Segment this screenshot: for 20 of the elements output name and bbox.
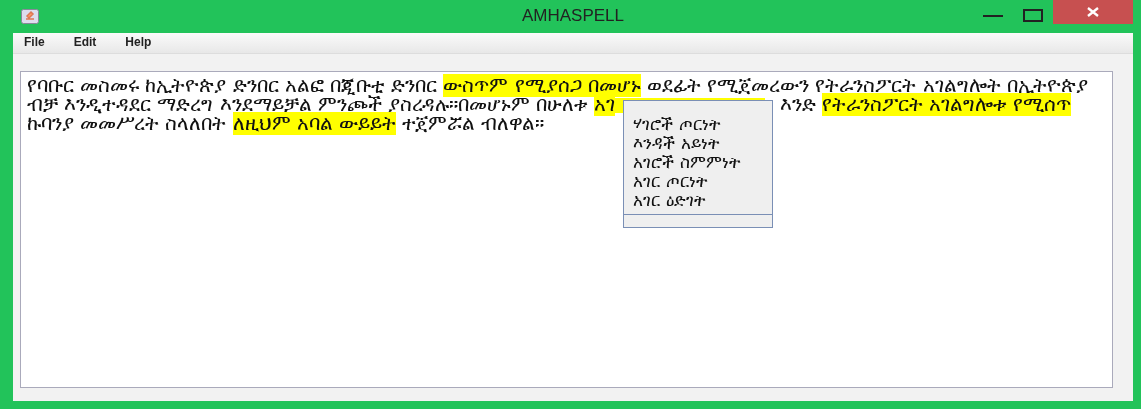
menu-item[interactable]: File — [13, 33, 57, 53]
suggestion-item[interactable]: አገር ጦርነት — [633, 172, 773, 191]
misspelled-word: ውስጥም የሚያሰጋ በመሆኑ — [443, 74, 641, 97]
suggestion-item[interactable]: እንዳች አይነት — [633, 134, 773, 153]
text-area[interactable] — [20, 71, 1113, 388]
text-run: ተጀምሯል ብለዋል። — [401, 112, 545, 135]
suggestion-item[interactable]: ሃገሮች ጦርነት — [633, 115, 773, 134]
misspelled-word: የትራንስፖርት አገልግሎቱ የሚሰጥ — [821, 93, 1072, 116]
window-title: AMHASPELL — [522, 6, 624, 26]
menu-item[interactable]: Help — [114, 33, 164, 53]
menu-item[interactable]: Edit — [62, 33, 109, 53]
maximize-icon — [1023, 8, 1043, 22]
text-run: ኩባንያ መመሥረት ስላለበት — [27, 112, 228, 135]
app-icon — [21, 9, 39, 24]
close-icon — [1086, 7, 1100, 17]
minimize-icon — [983, 13, 1003, 17]
suggestion-item[interactable]: አገሮች ስምምነት — [633, 153, 773, 172]
suggestion-item[interactable]: አገር ዕድገት — [633, 191, 773, 210]
misspelled-word: ለዚህም አባል ውይይት — [232, 112, 396, 135]
close-button[interactable] — [1053, 0, 1133, 24]
